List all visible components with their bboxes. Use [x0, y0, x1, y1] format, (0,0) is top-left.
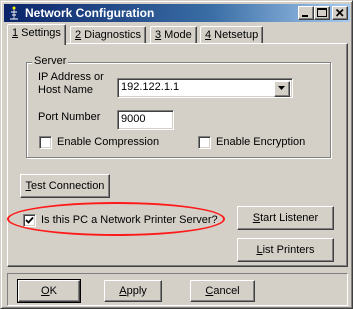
- tab-settings-label: Settings: [18, 27, 61, 39]
- highlight-ellipse: [7, 202, 225, 236]
- tab-diagnostics-label: Diagnostics: [81, 29, 142, 41]
- tab-settings[interactable]: 1 Settings: [7, 24, 66, 45]
- server-group-title: Server: [32, 55, 69, 68]
- cancel-button[interactable]: Cancel: [190, 280, 255, 302]
- cancel-label: ancel: [213, 285, 240, 297]
- minimize-button[interactable]: [298, 6, 314, 20]
- ok-button[interactable]: OK: [17, 279, 81, 303]
- network-app-icon: [7, 6, 21, 20]
- title-bar[interactable]: Network Configuration: [4, 4, 350, 22]
- window-title: Network Configuration: [25, 6, 155, 20]
- tab-netsetup[interactable]: 4 Netsetup: [200, 26, 264, 43]
- tab-mode[interactable]: 3 Mode: [150, 26, 197, 43]
- close-icon: [335, 8, 344, 17]
- close-button[interactable]: [332, 6, 348, 20]
- apply-label: pply: [126, 285, 147, 297]
- apply-button[interactable]: Apply: [104, 280, 162, 302]
- tab-mode-label: Mode: [161, 29, 192, 41]
- minimize-icon: [302, 15, 308, 17]
- ok-label: K: [49, 285, 57, 297]
- apply-mnemonic: A: [119, 285, 127, 297]
- maximize-icon: [317, 8, 327, 17]
- maximize-button[interactable]: [314, 6, 330, 20]
- tab-diagnostics[interactable]: 2 Diagnostics: [70, 26, 147, 43]
- network-configuration-window: Network Configuration 1 Settings 2 Diagn…: [0, 0, 353, 309]
- ok-mnemonic: O: [41, 285, 50, 297]
- tab-netsetup-label: Netsetup: [211, 29, 259, 41]
